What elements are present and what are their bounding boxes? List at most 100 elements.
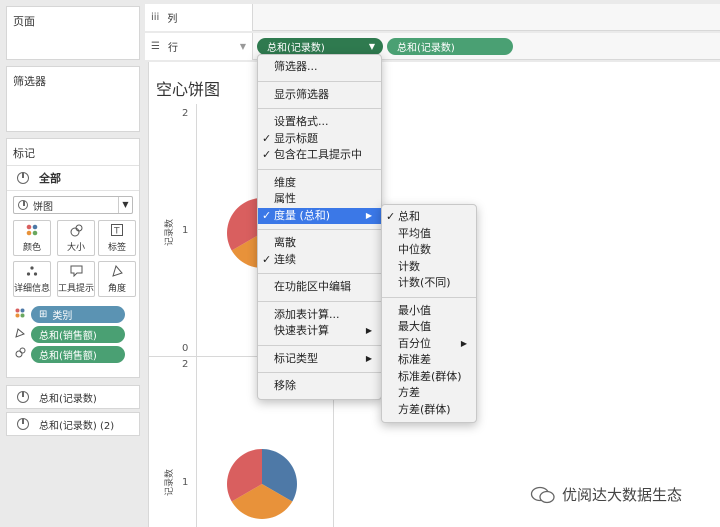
menu-item-label: 在功能区中编辑 [274, 280, 351, 293]
angle-icon [15, 327, 31, 341]
mark-pill-row-angle: 总和(销售额) [15, 325, 125, 343]
checkmark-icon: ✓ [262, 208, 272, 222]
menu-item[interactable]: 方差 [382, 385, 476, 402]
sheet-title: 空心饼图 [156, 80, 221, 99]
marks-all-row[interactable]: 全部 [7, 165, 139, 191]
columns-shelf[interactable]: iii 列 [145, 4, 720, 31]
detail-button[interactable]: 详细信息 [13, 261, 51, 297]
menu-item[interactable]: 标准差 [382, 352, 476, 369]
menu-item[interactable]: 中位数 [382, 242, 476, 259]
size-icon [15, 347, 31, 361]
measure-label: 总和(记录数) (2) [39, 420, 115, 432]
menu-item[interactable]: ✓ 显示标题 [258, 131, 381, 148]
menu-item[interactable]: ✓ 包含在工具提示中 [258, 147, 381, 164]
mark-pill-row-size: 总和(销售额) [15, 345, 125, 363]
menu-item[interactable]: 最小值 [382, 303, 476, 320]
menu-item-label: 属性 [274, 192, 296, 205]
menu-item[interactable]: 设置格式... [258, 114, 381, 131]
y-tick: 0 [182, 343, 189, 354]
pie-chart-bottom[interactable] [227, 449, 297, 519]
angle-icon [111, 264, 123, 278]
y-tick: 1 [182, 477, 189, 488]
filters-card[interactable]: 筛选器 [6, 66, 140, 132]
menu-item[interactable]: 计数(不同) [382, 275, 476, 292]
menu-separator [258, 108, 381, 109]
menu-item[interactable]: 标准差(群体) [382, 369, 476, 386]
tooltip-button-label: 工具提示 [58, 283, 95, 294]
marks-card: 标记 全部 饼图 ▼ 颜色 大小 T 标签 详细信息 工具提示 角度 ⊞ 类别 … [6, 138, 140, 378]
menu-separator [258, 80, 381, 82]
menu-item[interactable]: 属性 [258, 191, 381, 208]
sales-sum-pill-label: 总和(销售额) [39, 350, 97, 362]
y-axis-label: 记录数 [165, 468, 176, 497]
menu-item[interactable]: 快速表计算 ▶ [258, 323, 381, 340]
angle-button[interactable]: 角度 [98, 261, 136, 297]
mark-type-value: 饼图 [33, 201, 53, 213]
size-button[interactable]: 大小 [57, 220, 95, 256]
menu-item[interactable]: 筛选器... [258, 59, 381, 76]
menu-item[interactable]: 离散 [258, 235, 381, 252]
menu-separator [258, 372, 381, 373]
checkmark-icon: ✓ [262, 252, 272, 266]
marks-title: 标记 [13, 147, 35, 160]
tooltip-button[interactable]: 工具提示 [57, 261, 95, 297]
color-dots-icon [26, 224, 38, 237]
left-panel: 页面 筛选器 标记 全部 饼图 ▼ 颜色 大小 T 标签 详细信息 工具提示 角… [0, 0, 145, 527]
menu-item-label: 中位数 [398, 243, 431, 256]
menu-item-label: 标准差(群体) [398, 369, 462, 383]
pages-card: 页面 [6, 6, 140, 60]
rows-icon: ☰ [151, 41, 160, 52]
menu-item-label: 设置格式... [274, 115, 329, 128]
mark-pill-row-color: ⊞ 类别 [15, 305, 125, 323]
sales-sum-pill[interactable]: 总和(销售额) [31, 345, 125, 363]
measure-record-count[interactable]: 总和(记录数) [6, 385, 140, 409]
menu-item[interactable]: 最大值 [382, 319, 476, 336]
mark-type-select[interactable]: 饼图 ▼ [13, 196, 133, 214]
pie-icon [17, 418, 29, 430]
row-pill-record-count[interactable]: 总和(记录数) [387, 38, 513, 55]
menu-item[interactable]: 计数 [382, 259, 476, 276]
menu-item-label: 总和 [398, 210, 420, 223]
tooltip-icon [70, 265, 83, 278]
menu-item-label: 添加表计算... [274, 307, 340, 321]
angle-button-label: 角度 [107, 283, 126, 294]
menu-item[interactable]: 维度 [258, 175, 381, 192]
category-pill[interactable]: ⊞ 类别 [31, 305, 125, 323]
sales-sum-pill[interactable]: 总和(销售额) [31, 325, 125, 343]
category-pill-label: 类别 [52, 310, 73, 322]
menu-separator [258, 168, 381, 170]
svg-text:T: T [113, 226, 120, 236]
menu-item-label: 离散 [274, 236, 296, 249]
menu-item[interactable]: ✓ 连续 [258, 252, 381, 269]
submenu-arrow-icon: ▶ [460, 338, 467, 348]
menu-item[interactable]: 添加表计算... [258, 307, 381, 324]
menu-item-label: 平均值 [398, 226, 431, 240]
menu-item[interactable]: 显示筛选器 [258, 87, 381, 104]
menu-item[interactable]: 标记类型 ▶ [258, 351, 381, 368]
menu-item-label: 最小值 [398, 303, 431, 317]
menu-item[interactable]: 百分位 ▶ [382, 336, 476, 353]
y-tick: 2 [182, 108, 189, 119]
plus-box-icon: ⊞ [39, 308, 48, 320]
label-icon: T [111, 223, 123, 237]
measure-record-count-2[interactable]: 总和(记录数) (2) [6, 412, 140, 436]
sales-sum-pill-label: 总和(销售额) [39, 330, 97, 342]
menu-item-label: 百分位 [398, 336, 431, 350]
checkmark-icon: ✓ [262, 148, 272, 161]
columns-label: 列 [167, 14, 178, 25]
watermark: 优阅达大数据生态 [530, 484, 682, 505]
y-tick: 2 [182, 359, 189, 370]
aggregation-submenu: ✓ 总和 平均值中位数计数 计数(不同) 最小值最大值 百分位 ▶ 标准差 标准差(群体) 方差方… [381, 204, 477, 423]
size-button-label: 大小 [66, 242, 85, 253]
menu-item[interactable]: ✓ 度量 (总和) ▶ [258, 207, 381, 224]
row-pill-record-count-active[interactable]: 总和(记录数) ▼ [257, 38, 383, 55]
menu-item[interactable]: 在功能区中编辑 [258, 279, 381, 296]
menu-item[interactable]: 平均值 [382, 226, 476, 243]
color-button[interactable]: 颜色 [13, 220, 51, 256]
label-button[interactable]: T 标签 [98, 220, 136, 256]
rows-shelf[interactable]: ☰ 行 ▼ 总和(记录数) ▼ 总和(记录数) [145, 33, 720, 60]
menu-item-label: 方差 [398, 386, 420, 399]
menu-item[interactable]: ✓ 总和 [382, 209, 476, 226]
menu-item[interactable]: 移除 [258, 378, 381, 395]
menu-item[interactable]: 方差(群体) [382, 402, 476, 419]
